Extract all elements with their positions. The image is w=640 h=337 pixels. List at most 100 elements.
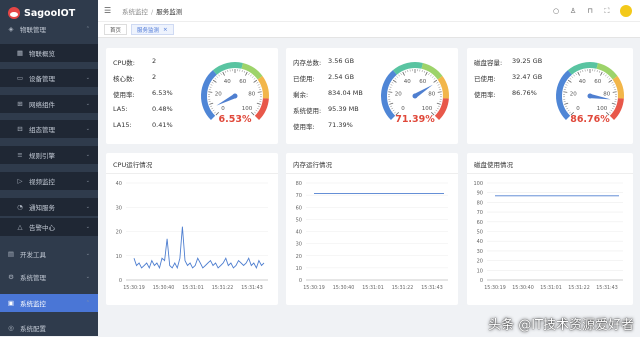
gauge-tick [434, 78, 436, 79]
gauge: 02040608010086.76% [467, 48, 633, 144]
y-tick-label: 80 [296, 181, 302, 187]
gauge-tick [613, 92, 617, 93]
sidebar-item[interactable]: ≡规则引擎⌄ [0, 146, 98, 164]
fullscreen-icon[interactable]: ⛶ [603, 7, 611, 16]
gauge-tick-label: 80 [603, 91, 610, 97]
gauge-tick [607, 76, 608, 77]
gauge-tick [582, 70, 583, 72]
gauge-tick [438, 85, 440, 86]
gauge-tick [223, 72, 225, 76]
sidebar-item[interactable]: ◈物联管理⌃ [0, 20, 98, 38]
x-tick-label: 15:31:43 [596, 285, 618, 291]
sidebar-item[interactable]: ▭设备管理⌄ [0, 69, 98, 87]
gauge-tick [572, 76, 573, 77]
gauge-tick [251, 112, 254, 115]
lock-icon[interactable]: ⊓ [586, 7, 594, 15]
line-chart: 0102030405060708015:30:1915:30:4015:31:0… [286, 153, 458, 305]
gauge: 0204060801006.53% [106, 48, 278, 144]
gauge-tick [390, 106, 392, 107]
alert-icon: △ [16, 223, 24, 231]
gauge-tick [245, 72, 247, 76]
chevron-icon: ⌄ [86, 152, 90, 158]
y-tick-label: 30 [116, 205, 122, 211]
gauge-band [260, 78, 266, 99]
sidebar-item[interactable]: ◎系统配置 [0, 319, 98, 337]
bell-icon: ◔ [16, 203, 24, 211]
gauge-tick [211, 85, 213, 86]
x-tick-label: 15:31:01 [362, 285, 384, 291]
sidebar-item-label: 设备管理 [29, 73, 55, 83]
gauge-tick [215, 78, 217, 79]
sidebar-item-label: 网络组件 [29, 99, 55, 109]
sidebar-item[interactable]: ◔通知服务⌄ [0, 198, 98, 216]
gauge-tick-label: 20 [570, 91, 577, 97]
sidebar-item[interactable]: ⊞网络组件⌄ [0, 95, 98, 113]
gauge-tick-label: 20 [215, 91, 222, 97]
gauge-tick [576, 73, 577, 75]
tab-service-monitor[interactable]: 服务监测× [131, 24, 174, 35]
gauge-tick [563, 92, 567, 93]
gauge-tick [403, 72, 405, 76]
gauge-tick-label: 0 [221, 106, 225, 112]
tab-home[interactable]: 首页 [104, 24, 127, 35]
header: ☰ 系统监控/服务监测 ○ ♙ ⊓ ⛶ [98, 0, 640, 22]
cpu-chart-card: CPU运行情况 01020304015:30:1915:30:4015:31:0… [106, 153, 278, 305]
sidebar-item[interactable]: △告警中心⌄ [0, 218, 98, 236]
gauge-band [615, 78, 621, 99]
gauge-band [440, 78, 446, 99]
gauge-tick [566, 108, 568, 109]
gauge-band [559, 72, 570, 117]
sidebar-item[interactable]: ▦物联概览 [0, 44, 98, 62]
y-tick-label: 30 [296, 242, 302, 248]
menu-toggle-icon[interactable]: ☰ [104, 6, 114, 15]
rule-icon: ≡ [16, 151, 24, 159]
sidebar-item[interactable]: ⚙系统管理⌄ [0, 268, 98, 286]
gauge-tick-label: 100 [597, 106, 608, 112]
breadcrumb-item[interactable]: 系统监控 [122, 8, 148, 16]
sidebar-item[interactable]: ▤开发工具⌄ [0, 245, 98, 263]
overview-icon: ▦ [16, 49, 24, 57]
memory-info-card: 内存总数:3.56 GB已使用:2.54 GB剩余:834.04 MB系统使用:… [286, 48, 458, 144]
gauge-tick [438, 92, 442, 93]
x-tick-label: 15:31:22 [568, 285, 590, 291]
gauge-tick-label: 60 [239, 79, 246, 85]
chevron-icon: ⌄ [86, 126, 90, 132]
gauge-tick-label: 100 [422, 106, 433, 112]
x-tick-label: 15:31:43 [421, 285, 443, 291]
gauge-tick [580, 71, 581, 73]
gauge-tick [209, 103, 213, 104]
gauge-tick [567, 82, 569, 83]
shirt-icon[interactable]: ♙ [569, 7, 577, 15]
chevron-icon: ⌄ [86, 101, 90, 107]
gauge-tick [401, 73, 402, 75]
gauge-tick [254, 80, 257, 82]
gauge-band [215, 65, 242, 72]
gauge-tick [614, 87, 616, 88]
close-icon[interactable]: × [163, 27, 168, 33]
tab-bar: 首页 服务监测× [98, 22, 640, 38]
sidebar-item-label: 告警中心 [29, 222, 55, 232]
y-tick-label: 0 [480, 278, 483, 284]
gauge-hub [233, 94, 238, 99]
device-icon: ▭ [16, 74, 24, 82]
gauge-tick [242, 70, 243, 72]
gauge-band [570, 65, 597, 72]
sidebar-item[interactable]: ▷视频监控⌄ [0, 172, 98, 190]
sidebar-item[interactable]: ▣系统监控⌃ [0, 294, 98, 312]
config-icon: ◎ [7, 324, 15, 332]
gauge-tick [600, 72, 602, 76]
y-tick-label: 30 [477, 249, 483, 255]
gauge-hub [413, 94, 418, 99]
gauge-tick [214, 112, 216, 113]
breadcrumb-current: 服务监测 [156, 8, 182, 16]
gauge-tick [398, 75, 399, 77]
x-tick-label: 15:30:40 [333, 285, 355, 291]
avatar[interactable] [620, 5, 632, 17]
gauge-tick [568, 80, 571, 82]
sidebar-item[interactable]: ⊟组态管理⌄ [0, 120, 98, 138]
gauge-tick [256, 110, 258, 111]
y-tick-label: 20 [477, 259, 483, 265]
gauge-tick [603, 73, 604, 75]
search-icon[interactable]: ○ [552, 7, 560, 15]
y-tick-label: 50 [477, 230, 483, 236]
